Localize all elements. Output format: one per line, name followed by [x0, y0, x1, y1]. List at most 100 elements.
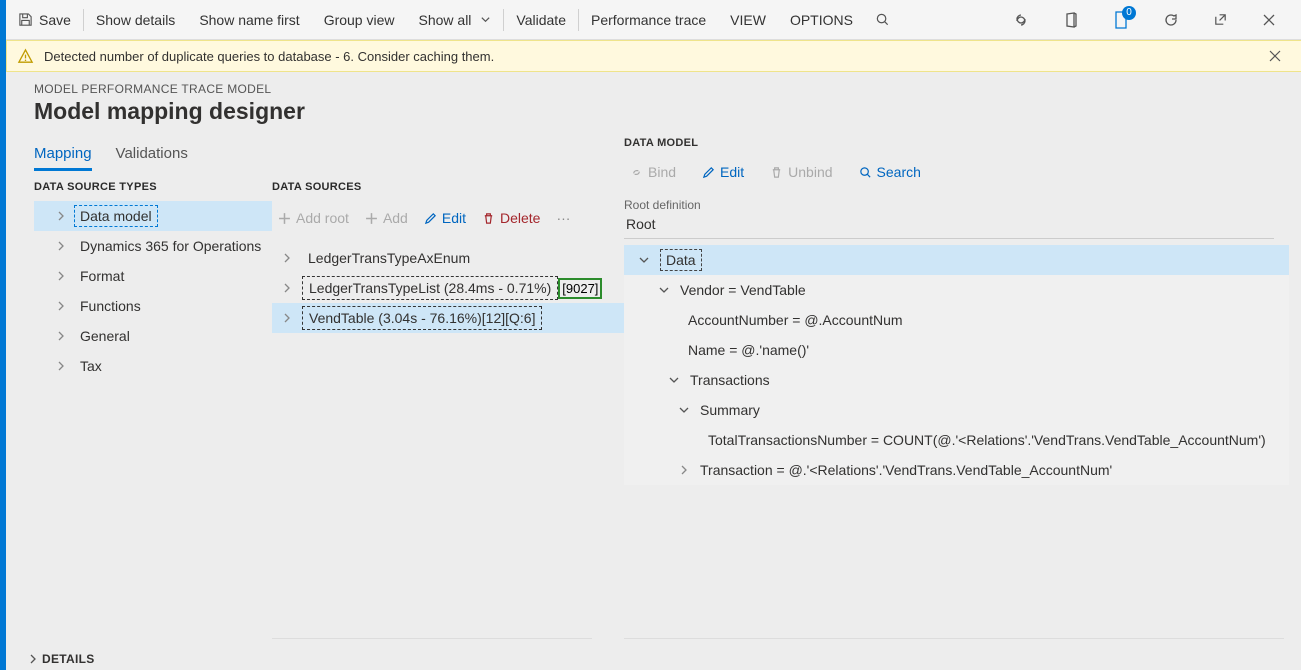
data-model-heading: DATA MODEL	[624, 137, 1289, 149]
ds-item-ledgertrans-list[interactable]: LedgerTransTypeList (28.4ms - 0.71%)[902…	[272, 273, 627, 303]
attach-button[interactable]	[1003, 0, 1039, 39]
save-button[interactable]: Save	[6, 0, 83, 39]
add-root-button[interactable]: Add root	[272, 206, 355, 230]
tab-mapping[interactable]: Mapping	[34, 139, 92, 171]
bind-button[interactable]: Bind	[624, 160, 682, 184]
tab-validations[interactable]: Validations	[116, 139, 188, 171]
data-source-types-heading: DATA SOURCE TYPES	[34, 181, 272, 193]
edit-button[interactable]: Edit	[418, 206, 472, 230]
chevron-right-icon	[48, 271, 74, 281]
refresh-button[interactable]	[1153, 0, 1189, 39]
group-view-button[interactable]: Group view	[312, 0, 407, 39]
show-all-button[interactable]: Show all	[407, 0, 504, 39]
dm-node-name[interactable]: Name = @.'name()'	[624, 335, 1289, 365]
dst-item-functions[interactable]: Functions	[34, 291, 272, 321]
save-label: Save	[39, 12, 71, 28]
close-icon	[1262, 13, 1276, 27]
warning-text: Detected number of duplicate queries to …	[44, 49, 1269, 64]
chevron-right-icon	[272, 283, 302, 293]
search-button[interactable]	[865, 0, 900, 39]
dm-edit-button[interactable]: Edit	[696, 160, 750, 184]
data-model-tree: Data Vendor = VendTable AccountNumber = …	[624, 245, 1289, 485]
dm-node-transactions[interactable]: Transactions	[624, 365, 1289, 395]
search-icon	[875, 12, 890, 27]
divider	[624, 238, 1274, 239]
chevron-right-icon	[272, 313, 302, 323]
performance-trace-button[interactable]: Performance trace	[579, 0, 718, 39]
pencil-icon	[424, 212, 437, 225]
options-tab[interactable]: OPTIONS	[778, 0, 865, 39]
chevron-down-icon	[477, 14, 491, 25]
top-toolbar: Save Show details Show name first Group …	[6, 0, 1301, 40]
chevron-down-icon	[664, 375, 684, 385]
chevron-right-icon	[48, 211, 74, 221]
chevron-right-icon	[48, 331, 74, 341]
document-badge: 0	[1122, 6, 1136, 20]
dm-search-button[interactable]: Search	[853, 160, 927, 184]
divider	[624, 638, 1284, 639]
dst-item-data-model[interactable]: Data model	[34, 201, 272, 231]
data-sources-panel: DATA SOURCES Add root Add Edit Delete	[272, 181, 627, 381]
pencil-icon	[702, 166, 715, 179]
office-icon	[1063, 12, 1079, 28]
trash-icon	[482, 212, 495, 225]
dm-node-account[interactable]: AccountNumber = @.AccountNum	[624, 305, 1289, 335]
popout-icon	[1213, 12, 1228, 27]
dm-node-ttn[interactable]: TotalTransactionsNumber = COUNT(@.'<Rela…	[624, 425, 1289, 455]
warning-icon	[17, 48, 34, 65]
details-toggle[interactable]: DETAILS	[28, 652, 95, 666]
warning-close-button[interactable]	[1269, 50, 1293, 62]
dm-node-vendor[interactable]: Vendor = VendTable	[624, 275, 1289, 305]
data-source-types-panel: DATA SOURCE TYPES Data model Dynamics 36…	[34, 181, 272, 381]
data-model-toolbar: Bind Edit Unbind Search	[624, 152, 1289, 192]
link-icon	[630, 166, 643, 179]
root-def-label: Root definition	[624, 198, 1289, 212]
dst-item-general[interactable]: General	[34, 321, 272, 351]
show-details-button[interactable]: Show details	[84, 0, 187, 39]
refresh-icon	[1163, 12, 1179, 28]
chevron-right-icon	[272, 253, 302, 263]
ds-item-vendtable[interactable]: VendTable (3.04s - 76.16%)[12][Q:6]	[272, 303, 627, 333]
ds-item-ledgertrans-enum[interactable]: LedgerTransTypeAxEnum	[272, 243, 627, 273]
chevron-down-icon	[634, 255, 654, 265]
breadcrumb: MODEL PERFORMANCE TRACE MODEL	[34, 82, 1294, 96]
chevron-right-icon	[48, 361, 74, 371]
dm-node-transaction[interactable]: Transaction = @.'<Relations'.'VendTrans.…	[624, 455, 1289, 485]
dst-item-dynamics[interactable]: Dynamics 365 for Operations	[34, 231, 272, 261]
delete-button[interactable]: Delete	[476, 206, 546, 230]
unbind-button[interactable]: Unbind	[764, 160, 838, 184]
popout-button[interactable]	[1203, 0, 1238, 39]
close-button[interactable]	[1252, 0, 1286, 39]
search-icon	[859, 166, 872, 179]
office-button[interactable]	[1053, 0, 1089, 39]
dst-item-tax[interactable]: Tax	[34, 351, 272, 381]
dm-node-summary[interactable]: Summary	[624, 395, 1289, 425]
data-sources-toolbar: Add root Add Edit Delete ···	[272, 201, 627, 235]
show-name-first-button[interactable]: Show name first	[187, 0, 311, 39]
call-count-badge: [9027]	[558, 278, 602, 299]
divider	[272, 638, 592, 639]
chevron-down-icon	[674, 405, 694, 415]
plus-icon	[365, 212, 378, 225]
data-model-panel: DATA MODEL Bind Edit Unbind Search Root …	[624, 137, 1289, 485]
root-def-value: Root	[624, 212, 1289, 236]
dm-node-data[interactable]: Data	[624, 245, 1289, 275]
trash-icon	[770, 166, 783, 179]
dst-item-format[interactable]: Format	[34, 261, 272, 291]
document-button[interactable]: 0	[1103, 0, 1139, 39]
add-button[interactable]: Add	[359, 206, 414, 230]
more-button[interactable]: ···	[550, 206, 576, 230]
save-icon	[18, 12, 33, 27]
warning-bar: Detected number of duplicate queries to …	[6, 40, 1301, 72]
page-title: Model mapping designer	[34, 98, 1294, 125]
validate-button[interactable]: Validate	[504, 0, 578, 39]
chevron-right-icon	[674, 465, 694, 475]
data-sources-heading: DATA SOURCES	[272, 181, 627, 193]
chevron-right-icon	[48, 301, 74, 311]
dst-tree: Data model Dynamics 365 for Operations F…	[34, 201, 272, 381]
chevron-down-icon	[654, 285, 674, 295]
chevron-right-icon	[48, 241, 74, 251]
view-tab[interactable]: VIEW	[718, 0, 778, 39]
plus-icon	[278, 212, 291, 225]
link-icon	[1013, 12, 1029, 28]
